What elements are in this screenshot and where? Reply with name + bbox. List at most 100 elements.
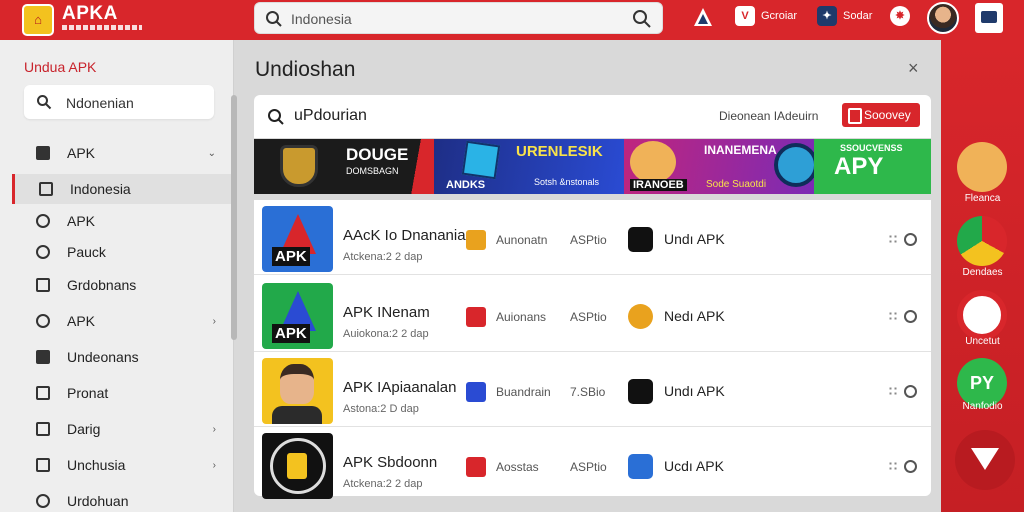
sidebar-search[interactable]: Ndonenian <box>24 85 214 119</box>
app-icon[interactable] <box>262 358 333 424</box>
banner-tile-1[interactable]: DOUGE DOMSBAGN <box>254 139 434 194</box>
more-options-icon[interactable] <box>888 311 898 321</box>
more-options-icon[interactable] <box>888 386 898 396</box>
sidebar-item-label: Grdobnans <box>67 277 137 293</box>
sidebar-item-label: Indonesia <box>70 181 131 197</box>
search-icon <box>266 11 282 27</box>
app-logo-ring <box>270 438 326 494</box>
clipboard-icon <box>36 386 50 400</box>
sidebar-item-pronat[interactable]: Pronat <box>12 378 234 408</box>
chrome-icon[interactable] <box>957 216 1007 266</box>
app-title[interactable]: APK INenam <box>343 304 430 321</box>
app-icon[interactable]: APK <box>262 283 333 349</box>
search-submit-icon[interactable] <box>632 9 652 29</box>
user-avatar[interactable] <box>927 2 959 34</box>
app-developer[interactable]: Nedı APK <box>664 308 725 324</box>
app-icon[interactable] <box>262 433 333 499</box>
sidebar-item-apk-user[interactable]: APK <box>12 206 234 236</box>
query-panel: uPdourian Dieonean IAdeuirn Sooovey <box>254 95 931 138</box>
app-size: ASPtio <box>570 310 607 324</box>
sidebar-search-input[interactable]: Ndonenian <box>66 95 134 111</box>
app-subtitle: Auiokona:2 2 dap <box>343 328 429 340</box>
gear-icon <box>774 143 818 187</box>
sidebar-item-urdohuan[interactable]: Urdohuan <box>12 486 234 512</box>
app-developer[interactable]: Undı APK <box>664 231 725 247</box>
sidebar-scrollbar[interactable] <box>231 95 237 340</box>
sidebar-item-apk-globe[interactable]: APK › <box>12 306 234 336</box>
sidebar-item-undeonans[interactable]: Undeonans <box>12 342 234 372</box>
page-title: Undioshan <box>255 58 356 81</box>
search-icon[interactable] <box>904 233 917 246</box>
sidebar-item-darig[interactable]: Darig › <box>12 414 234 444</box>
query-input[interactable]: uPdourian <box>294 107 367 125</box>
table-row[interactable]: APK AAcK Io Dnananian Atckena:2 2 dap Au… <box>254 200 931 275</box>
search-input[interactable]: Indonesia <box>291 11 352 27</box>
sidebar-title: Undua APK <box>24 59 97 75</box>
sidebar-item-indonesia[interactable]: Indonesia <box>12 174 234 204</box>
logo-badge-icon: ⌂ <box>22 4 54 36</box>
top-bar: ⌂ APKA Indonesia V Gcroiar ✦ Sodar ✸ <box>0 0 1024 40</box>
table-row[interactable]: APK Sbdoonn Atckena:2 2 dap Aosstas ASPt… <box>254 427 931 502</box>
app-title[interactable]: APK Sbdoonn <box>343 454 437 471</box>
search-icon[interactable] <box>904 460 917 473</box>
app-menu-icon[interactable] <box>975 3 1003 33</box>
sidebar-item-pauck[interactable]: Pauck <box>12 237 234 267</box>
app-subtitle: Atckena:2 2 dap <box>343 478 423 490</box>
survey-button[interactable]: Sooovey <box>842 103 920 127</box>
search-icon[interactable] <box>904 310 917 323</box>
rail-app-label: Nanfodio <box>962 401 1003 412</box>
banner-tile-2[interactable]: URENLESIK ANDKS Sotsh &nstonals <box>434 139 624 194</box>
user-icon <box>36 214 50 228</box>
banner-subheading: DOMSBAGN <box>346 166 399 176</box>
rail-app-icon[interactable] <box>957 290 1007 340</box>
apk-label: APK <box>272 324 310 343</box>
app-subtitle: Astona:2 D dap <box>343 403 419 415</box>
v-logo-icon: V <box>735 6 755 26</box>
app-title[interactable]: APK IApiaanalan <box>343 379 456 396</box>
chevron-right-icon: › <box>212 423 216 435</box>
app-size: ASPtio <box>570 460 607 474</box>
banner-heading: DOUGE <box>346 145 409 164</box>
rail-app-icon[interactable] <box>957 142 1007 192</box>
app-icon[interactable]: APK <box>262 206 333 272</box>
shield-icon <box>280 145 318 187</box>
more-options-icon[interactable] <box>888 461 898 471</box>
sun-badge-icon[interactable]: ✸ <box>890 6 910 26</box>
table-row[interactable]: APK APK INenam Auiokona:2 2 dap Auionans… <box>254 277 931 352</box>
person-avatar-icon <box>280 364 314 404</box>
more-options-icon[interactable] <box>888 234 898 244</box>
sidebar-item-label: APK <box>67 313 96 329</box>
sidebar-item-grdobnans[interactable]: Grdobnans <box>12 270 234 300</box>
banner-tile-4[interactable]: SSOUCVENSS APY <box>814 139 931 194</box>
sidebar-item-unchusia[interactable]: Unchusia › <box>12 450 234 480</box>
grid-icon <box>36 458 50 472</box>
shield-app-link[interactable]: ✦ Sodar <box>817 6 872 26</box>
chevron-right-icon: › <box>212 459 216 471</box>
app-category: Buandrain <box>496 385 551 399</box>
app-title[interactable]: AAcK Io Dnananian <box>343 227 474 244</box>
banner-tile-3[interactable]: INANEMENA IRANOEB Sode Suaotdi <box>624 139 818 194</box>
shield-app-icon: ✦ <box>817 6 837 26</box>
app-developer[interactable]: Undı APK <box>664 383 725 399</box>
top-search-bar[interactable]: Indonesia <box>254 2 663 34</box>
app-subtitle: Atckena:2 2 dap <box>343 251 423 263</box>
promo-banner[interactable]: DOUGE DOMSBAGN URENLESIK ANDKS Sotsh &ns… <box>254 139 931 194</box>
search-icon[interactable] <box>904 385 917 398</box>
arrow-down-icon[interactable] <box>955 430 1015 490</box>
v-logo-link[interactable]: V Gcroiar <box>735 6 797 26</box>
app-logo[interactable]: ⌂ APKA <box>22 3 142 37</box>
query-filter-label[interactable]: Dieonean IAdeuirn <box>719 109 818 123</box>
table-row[interactable]: APK IApiaanalan Astona:2 D dap Buandrain… <box>254 352 931 427</box>
search-icon <box>268 109 284 125</box>
app-developer[interactable]: Ucdı APK <box>664 458 724 474</box>
sidebar-item-apk[interactable]: APK ⌄ <box>12 138 234 168</box>
close-icon[interactable]: × <box>908 58 919 79</box>
globe-icon <box>36 314 50 328</box>
brand-a-icon[interactable] <box>692 6 714 28</box>
logo-text: APKA <box>62 3 118 24</box>
chevron-right-icon: › <box>212 315 216 327</box>
sidebar-item-label: Urdohuan <box>67 493 129 509</box>
rail-app-label: Dendaes <box>962 267 1003 278</box>
search-icon <box>37 95 52 110</box>
sidebar-item-label: Pauck <box>67 244 106 260</box>
